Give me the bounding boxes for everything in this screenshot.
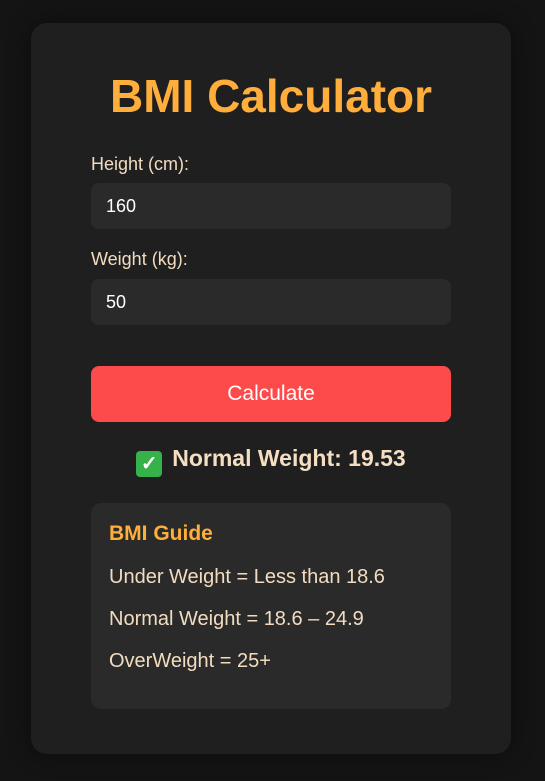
guide-item-normal: Normal Weight = 18.6 – 24.9 <box>109 608 364 630</box>
check-mark-icon: ✓ <box>136 451 163 477</box>
bmi-guide-title: BMI Guide <box>109 522 213 545</box>
bmi-guide-panel: BMI Guide Under Weight = Less than 18.6 … <box>91 503 451 709</box>
calculate-button[interactable]: Calculate <box>91 366 451 422</box>
page-title: BMI Calculator <box>109 70 433 122</box>
bmi-result-text: Normal Weight: 19.53 <box>172 445 406 471</box>
bmi-calculator-card: BMI Calculator Height (cm): Weight (kg):… <box>31 23 511 754</box>
height-input[interactable] <box>91 183 451 229</box>
bmi-result: ✓ Normal Weight: 19.53 <box>31 443 511 477</box>
guide-item-overweight: OverWeight = 25+ <box>109 650 271 672</box>
weight-label: Weight (kg): <box>91 249 188 269</box>
guide-item-underweight: Under Weight = Less than 18.6 <box>109 566 385 588</box>
height-label: Height (cm): <box>91 154 190 174</box>
weight-input[interactable] <box>91 279 451 325</box>
